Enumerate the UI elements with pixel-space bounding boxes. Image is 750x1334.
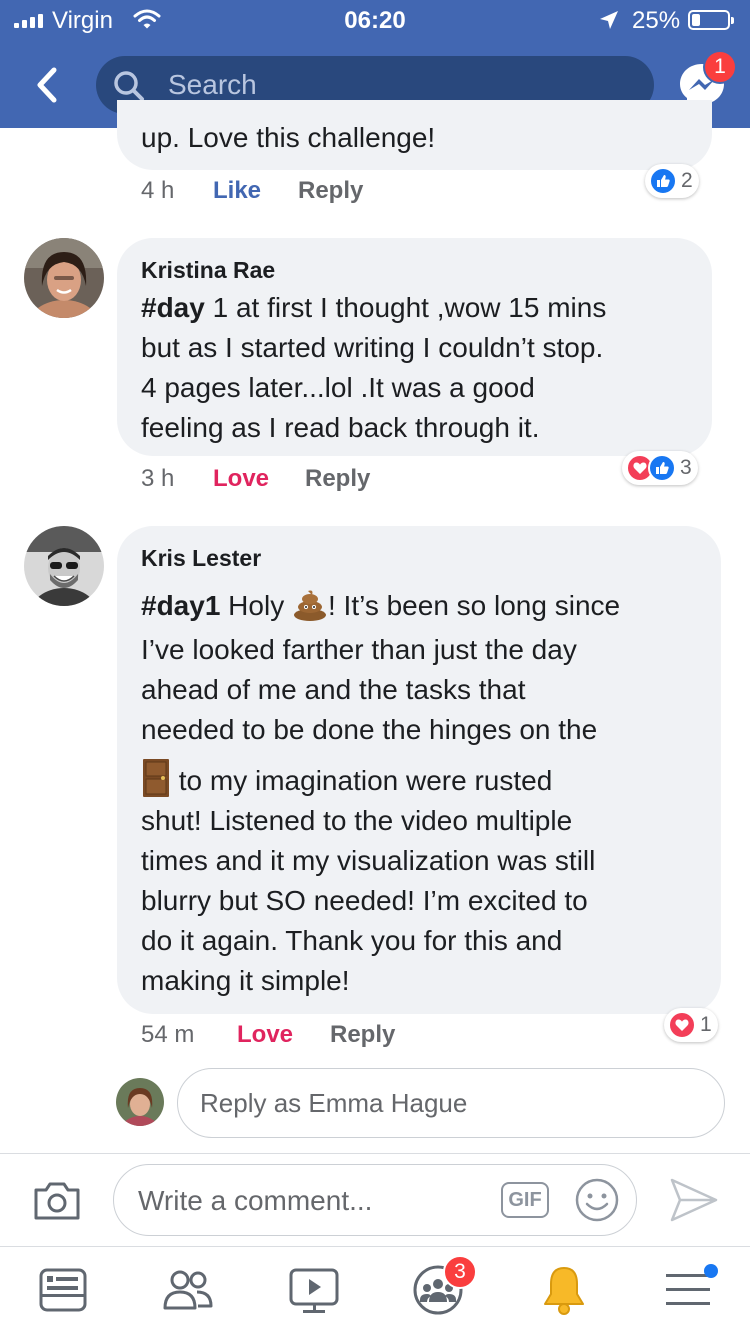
reply-field[interactable] (177, 1068, 725, 1138)
comment-timestamp: 54 m (141, 1021, 195, 1048)
like-reaction-icon (649, 167, 677, 195)
status-bar: Virgin 06:20 25% (0, 0, 750, 40)
current-user-avatar (116, 1078, 164, 1126)
comment-text: #day 1 at first I thought ,wow 15 mins b… (141, 288, 701, 448)
comment-line: 4 pages later...lol .It was a good (141, 372, 535, 403)
notifications-bell-icon[interactable] (536, 1262, 592, 1318)
comment-line: needed to be done the hinges on the (141, 714, 598, 745)
battery-icon (688, 10, 734, 30)
reply-button[interactable]: Reply (330, 1021, 395, 1049)
comment-line: ! It’s been so long since (327, 590, 621, 621)
reply-button[interactable]: Reply (305, 465, 370, 493)
camera-icon[interactable] (32, 1178, 82, 1222)
comment-line: Holy (220, 590, 292, 621)
comment-line: ahead of me and the tasks that (141, 674, 526, 705)
gif-button[interactable]: GIF (501, 1182, 549, 1218)
battery-percent: 25% (632, 7, 681, 34)
comment-line: times and it my visualization was still (141, 845, 596, 876)
comment-text: #day1 Holy ! It’s been so long since I’v… (141, 586, 716, 1001)
like-reaction-icon (648, 454, 676, 482)
reply-button[interactable]: Reply (298, 177, 363, 205)
love-button[interactable]: Love (237, 1021, 293, 1049)
location-arrow-icon (600, 11, 618, 29)
comment-author[interactable]: Kris Lester (141, 545, 261, 572)
avatar[interactable] (24, 238, 104, 318)
hashtag-link[interactable]: #day (141, 292, 205, 323)
comment-timestamp: 3 h (141, 465, 175, 492)
divider (0, 1153, 750, 1154)
comment-line: feeling as I read back through it. (141, 412, 540, 443)
back-chevron-icon[interactable] (30, 62, 70, 108)
reaction-summary[interactable]: 2 (645, 164, 699, 198)
avatar[interactable] (24, 526, 104, 606)
reaction-count: 3 (680, 456, 692, 479)
reaction-summary[interactable]: 3 (622, 451, 698, 485)
poop-emoji-icon (293, 590, 326, 621)
comment-text: up. Love this challenge! (141, 122, 436, 153)
groups-badge: 3 (443, 1255, 477, 1289)
comment-input[interactable] (138, 1181, 498, 1221)
menu-notification-dot (704, 1264, 718, 1278)
news-feed-icon[interactable] (36, 1262, 92, 1318)
comment-composer[interactable]: GIF (113, 1164, 637, 1236)
comment-line: but as I started writing I couldn’t stop… (141, 332, 604, 363)
like-button[interactable]: Like (213, 177, 261, 205)
comment-timestamp: 4 h (141, 177, 175, 204)
comment-line: do it again. Thank you for this and (141, 925, 563, 956)
comment-line: making it simple! (141, 965, 350, 996)
comment-line: shut! Listened to the video multiple (141, 805, 573, 836)
reaction-summary[interactable]: 1 (664, 1008, 718, 1042)
search-input[interactable] (168, 66, 628, 104)
emoji-icon[interactable] (574, 1177, 620, 1223)
comment-line: 1 at first I thought ,wow 15 mins (204, 292, 607, 323)
messenger-badge: 1 (703, 50, 737, 84)
divider (0, 1246, 750, 1247)
friends-icon[interactable] (160, 1262, 216, 1318)
door-emoji-icon (143, 759, 169, 797)
love-button[interactable]: Love (213, 465, 269, 493)
comment-line: blurry but SO needed! I’m excited to (141, 885, 588, 916)
reaction-count: 1 (700, 1013, 712, 1036)
comment-line: I’ve looked farther than just the day (141, 634, 577, 665)
reaction-count: 2 (681, 169, 693, 192)
send-icon[interactable] (668, 1176, 720, 1224)
comment-author[interactable]: Kristina Rae (141, 257, 275, 284)
reply-input[interactable] (200, 1083, 700, 1123)
watch-video-icon[interactable] (286, 1262, 342, 1318)
search-icon (114, 71, 144, 101)
love-reaction-icon (668, 1011, 696, 1039)
hashtag-link[interactable]: #day1 (141, 590, 220, 621)
comment-line: to my imagination were rusted (171, 765, 553, 796)
